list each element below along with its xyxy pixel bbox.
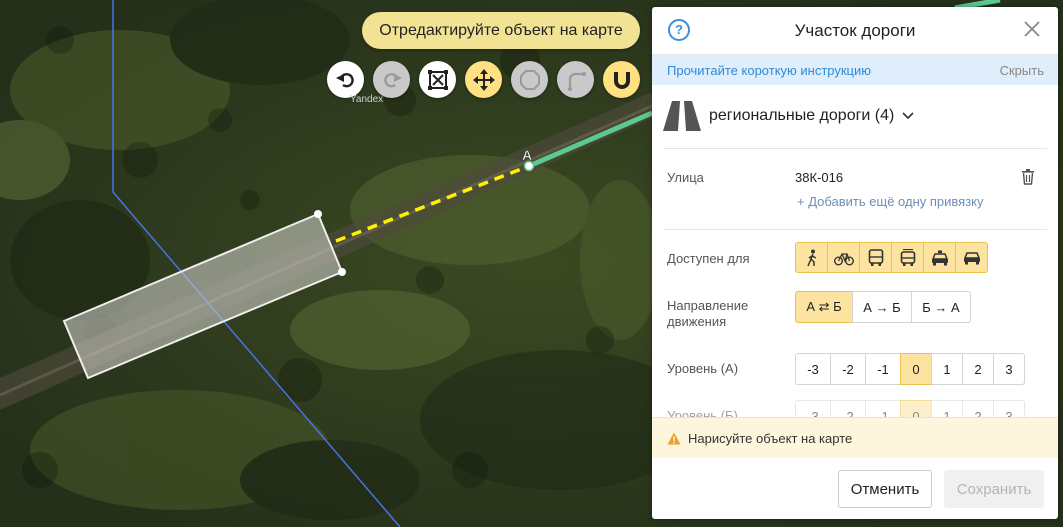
level-a-label: Уровень (А) — [667, 361, 739, 376]
instruction-link[interactable]: Прочитайте короткую инструкцию — [667, 63, 871, 78]
map-watermark: Yandex — [350, 94, 384, 105]
trolleybus-icon — [900, 248, 915, 266]
road-type-icon — [663, 101, 701, 131]
level-b-toggle-group: -3 -2 -1 0 1 2 3 — [795, 400, 1025, 417]
level-a-toggle-group: -3 -2 -1 0 1 2 3 — [795, 353, 1025, 385]
edit-hint-bubble: Отредактируйте объект на карте — [362, 12, 640, 49]
level-a-option[interactable]: 1 — [931, 353, 963, 385]
add-binding-link[interactable]: + Добавить ещё одну привязку — [797, 194, 983, 209]
move-icon — [472, 68, 495, 91]
level-b-label: Уровень (Б) — [667, 408, 738, 417]
access-label: Доступен для — [667, 251, 750, 266]
level-b-option[interactable]: 3 — [993, 400, 1025, 417]
polygon-button[interactable] — [511, 61, 548, 98]
level-b-row-clipped: Уровень (Б) -3 -2 -1 0 1 2 3 — [652, 400, 1058, 417]
access-toggle-group — [795, 242, 988, 273]
car-icon — [963, 251, 980, 264]
instruction-bar: Прочитайте короткую инструкцию Скрыть — [652, 55, 1058, 85]
panel-footer: Отменить Сохранить — [652, 458, 1058, 519]
redo-button[interactable] — [373, 61, 410, 98]
level-a-option[interactable]: -3 — [795, 353, 831, 385]
warning-text: Нарисуйте объект на карте — [688, 430, 853, 446]
panel-header: ? Участок дороги — [652, 7, 1058, 55]
level-a-option[interactable]: -1 — [865, 353, 901, 385]
level-b-option[interactable]: -2 — [830, 400, 866, 417]
direction-b-to-a[interactable]: Б → А — [911, 291, 971, 323]
polygon-icon — [519, 69, 540, 90]
road-type-label: региональные дороги (4) — [709, 107, 895, 124]
level-b-option[interactable]: -3 — [795, 400, 831, 417]
access-bus[interactable] — [859, 242, 892, 273]
level-a-option-selected[interactable]: 0 — [900, 353, 932, 385]
bicycle-icon — [833, 252, 854, 265]
point-a-label: A — [522, 147, 532, 163]
direction-toggle-group: А ⇄ Б А → Б Б → А — [795, 291, 971, 323]
snap-angle-button[interactable] — [557, 61, 594, 98]
level-b-option[interactable]: 2 — [962, 400, 994, 417]
access-bicycle[interactable] — [827, 242, 860, 273]
level-b-option-selected[interactable]: 0 — [900, 400, 932, 417]
level-a-option[interactable]: 3 — [993, 353, 1025, 385]
bus-icon — [868, 248, 883, 266]
road-segment-panel: ? Участок дороги Прочитайте короткую инс… — [652, 7, 1058, 519]
level-b-option[interactable]: -1 — [865, 400, 901, 417]
road-type-select[interactable]: региональные дороги (4) — [663, 101, 914, 131]
direction-both[interactable]: А ⇄ Б — [795, 291, 853, 323]
panel-title: Участок дороги — [794, 21, 916, 40]
access-pedestrian[interactable] — [795, 242, 828, 273]
taxi-icon — [931, 250, 948, 265]
direction-a-to-b[interactable]: А → Б — [852, 291, 912, 323]
select-area-button[interactable] — [419, 61, 456, 98]
panel-scroll-area[interactable]: региональные дороги (4) Улица 38К-016 + … — [652, 85, 1058, 417]
chevron-down-icon — [902, 112, 914, 120]
close-icon[interactable] — [1022, 19, 1042, 39]
divider — [663, 148, 1047, 149]
undo-icon — [335, 72, 354, 87]
angle-icon — [567, 71, 586, 91]
direction-label: Направление движения — [667, 298, 749, 329]
level-a-option[interactable]: -2 — [830, 353, 866, 385]
access-taxi[interactable] — [923, 242, 956, 273]
street-label: Улица — [667, 170, 704, 185]
level-a-option[interactable]: 2 — [962, 353, 994, 385]
street-value[interactable]: 38К-016 — [795, 170, 843, 185]
trash-icon[interactable] — [1021, 169, 1035, 185]
divider — [663, 229, 1047, 230]
magnet-icon — [613, 71, 630, 89]
redo-icon — [383, 72, 402, 87]
level-b-option[interactable]: 1 — [931, 400, 963, 417]
move-button[interactable] — [465, 61, 502, 98]
access-car[interactable] — [955, 242, 988, 273]
undo-button[interactable] — [327, 61, 364, 98]
select-area-icon — [427, 69, 448, 90]
warning-bar: Нарисуйте объект на карте — [652, 417, 1058, 458]
save-button[interactable]: Сохранить — [944, 470, 1044, 508]
pedestrian-icon — [806, 249, 816, 266]
cancel-button[interactable]: Отменить — [838, 470, 932, 508]
access-trolleybus[interactable] — [891, 242, 924, 273]
hide-instruction-button[interactable]: Скрыть — [1000, 63, 1044, 78]
magnet-button[interactable] — [603, 61, 640, 98]
warning-icon — [667, 432, 681, 444]
